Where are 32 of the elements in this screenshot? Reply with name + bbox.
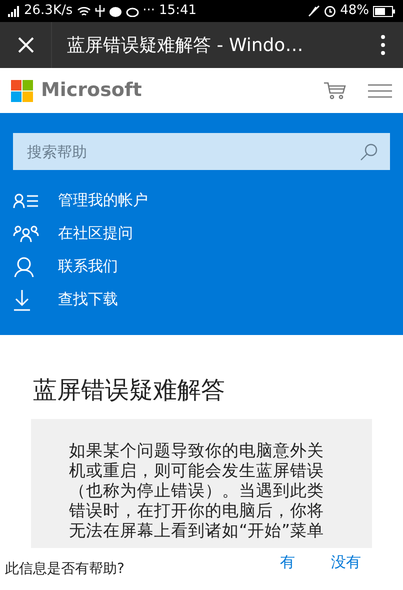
article-title: 蓝屏错误疑难解答 <box>33 375 226 405</box>
yes-link[interactable]: 有 <box>280 550 295 574</box>
cart-button[interactable] <box>324 82 346 100</box>
help-link[interactable]: 管理我的帐户 <box>13 184 390 217</box>
help-link[interactable]: 查找下载 <box>13 283 390 316</box>
help-link[interactable]: 联系我们 <box>13 250 390 283</box>
feedback-question: 此信息是否有帮助? <box>5 560 124 578</box>
more-icon <box>381 35 385 55</box>
battery-percent: 48% <box>340 2 369 20</box>
person-icon <box>13 256 35 278</box>
page-title: 蓝屏错误疑难解答 - Windo… <box>67 34 304 58</box>
no-link[interactable]: 没有 <box>331 550 361 574</box>
cart-icon <box>324 82 346 100</box>
close-icon <box>18 37 34 53</box>
search-field[interactable]: 搜索帮助 <box>13 133 390 170</box>
clock: 15:41 <box>159 2 196 20</box>
battery-icon <box>373 6 395 16</box>
menu-button[interactable] <box>368 84 392 98</box>
account-list-icon <box>13 192 39 208</box>
signal-icon <box>8 6 20 16</box>
search-icon <box>360 143 378 161</box>
alarm-icon <box>324 5 336 17</box>
wifi-icon <box>76 6 91 16</box>
network-speed: 26.3K/s <box>24 2 73 20</box>
logo-text: Microsoft <box>41 78 142 104</box>
menu-icon <box>368 84 392 98</box>
summary-text: 如果某个问题导致你的电脑意外关机或重启，则可能会发生蓝屏错误（也称为停止错误）。当遇到此类错误时，在打开你的电脑后，你将无法在屏幕上看到诸如“开始”菜单 <box>69 441 326 541</box>
download-icon <box>13 288 31 310</box>
more-notifications: ··· <box>142 2 156 20</box>
logo-icon <box>11 80 33 102</box>
help-link[interactable]: 在社区提问 <box>13 217 390 250</box>
people-icon <box>13 224 39 242</box>
